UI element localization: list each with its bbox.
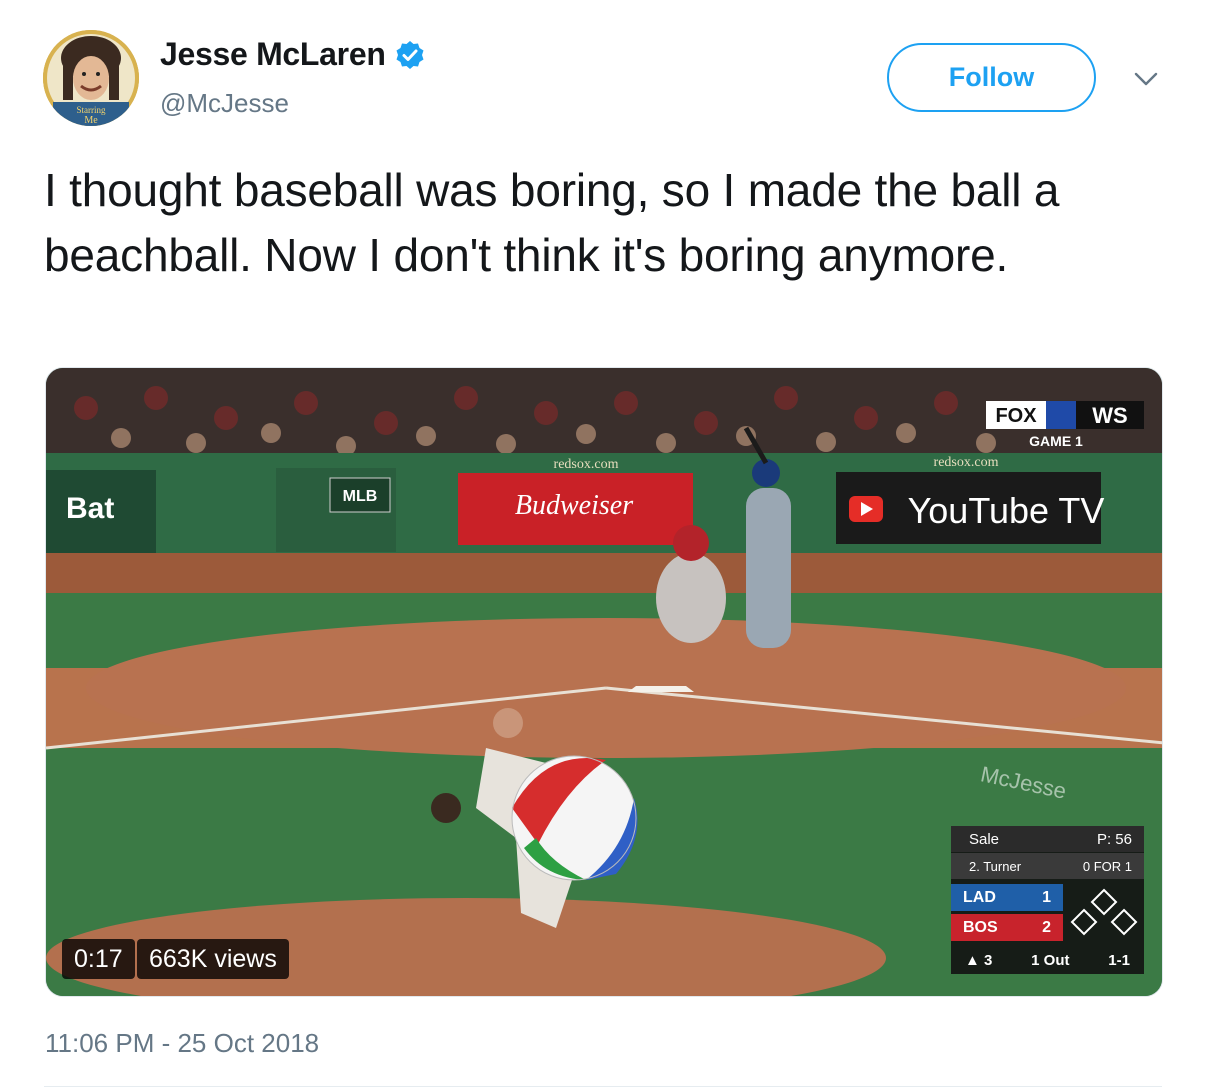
away-team: LAD (963, 888, 996, 906)
home-team: BOS (963, 918, 998, 936)
svg-text:redsox.com: redsox.com (554, 457, 619, 472)
pitcher-row: Sale P: 56 (951, 826, 1144, 852)
user-handle[interactable]: @McJesse (160, 88, 289, 119)
outs: 1 Out (1031, 951, 1070, 969)
follow-button[interactable]: Follow (887, 43, 1096, 112)
video-views: 663K views (137, 939, 289, 979)
home-score: 2 (1042, 918, 1051, 936)
svg-text:WS: WS (1092, 403, 1127, 428)
video-duration: 0:17 (62, 939, 135, 979)
svg-text:redsox.com: redsox.com (934, 455, 999, 470)
away-team-row: LAD 1 (951, 884, 1063, 911)
avatar-image: Starring Me (43, 30, 139, 126)
svg-text:Me: Me (84, 115, 98, 126)
display-name[interactable]: Jesse McLaren (160, 36, 386, 73)
chevron-down-icon[interactable] (1131, 64, 1161, 94)
ball-strike-count: 1-1 (1108, 951, 1130, 969)
svg-text:GAME 1: GAME 1 (1029, 433, 1083, 449)
bases-diamond-icon (1070, 888, 1138, 936)
scoreboard: Sale P: 56 2. Turner 0 FOR 1 LAD 1 BOS 2… (951, 826, 1144, 974)
pitch-count: P: 56 (1096, 830, 1132, 848)
batter-name: 2. Turner (969, 858, 1022, 874)
user-name-row[interactable]: Jesse McLaren (160, 36, 426, 73)
beachball-graphic (511, 755, 638, 881)
batter-row: 2. Turner 0 FOR 1 (951, 853, 1144, 879)
inning-row: ▲ 3 1 Out 1-1 (951, 946, 1144, 974)
avatar[interactable]: Starring Me (43, 30, 139, 126)
home-team-row: BOS 2 (951, 914, 1063, 941)
pitcher-name: Sale (969, 830, 1000, 848)
tweet-text: I thought baseball was boring, so I made… (44, 164, 1060, 281)
inning: ▲ 3 (965, 951, 993, 969)
svg-text:Starring: Starring (77, 105, 106, 115)
divider (44, 1086, 1162, 1087)
batter-stats: 0 FOR 1 (1082, 858, 1132, 874)
away-score: 1 (1042, 888, 1051, 906)
tweet-timestamp[interactable]: 11:06 PM - 25 Oct 2018 (45, 1028, 319, 1059)
svg-text:FOX: FOX (995, 405, 1037, 427)
svg-text:Budweiser: Budweiser (515, 490, 633, 521)
svg-text:YouTube TV: YouTube TV (908, 490, 1105, 531)
svg-text:MLB: MLB (343, 488, 378, 505)
verified-badge-icon (396, 40, 424, 69)
svg-text:Bat: Bat (66, 492, 114, 525)
